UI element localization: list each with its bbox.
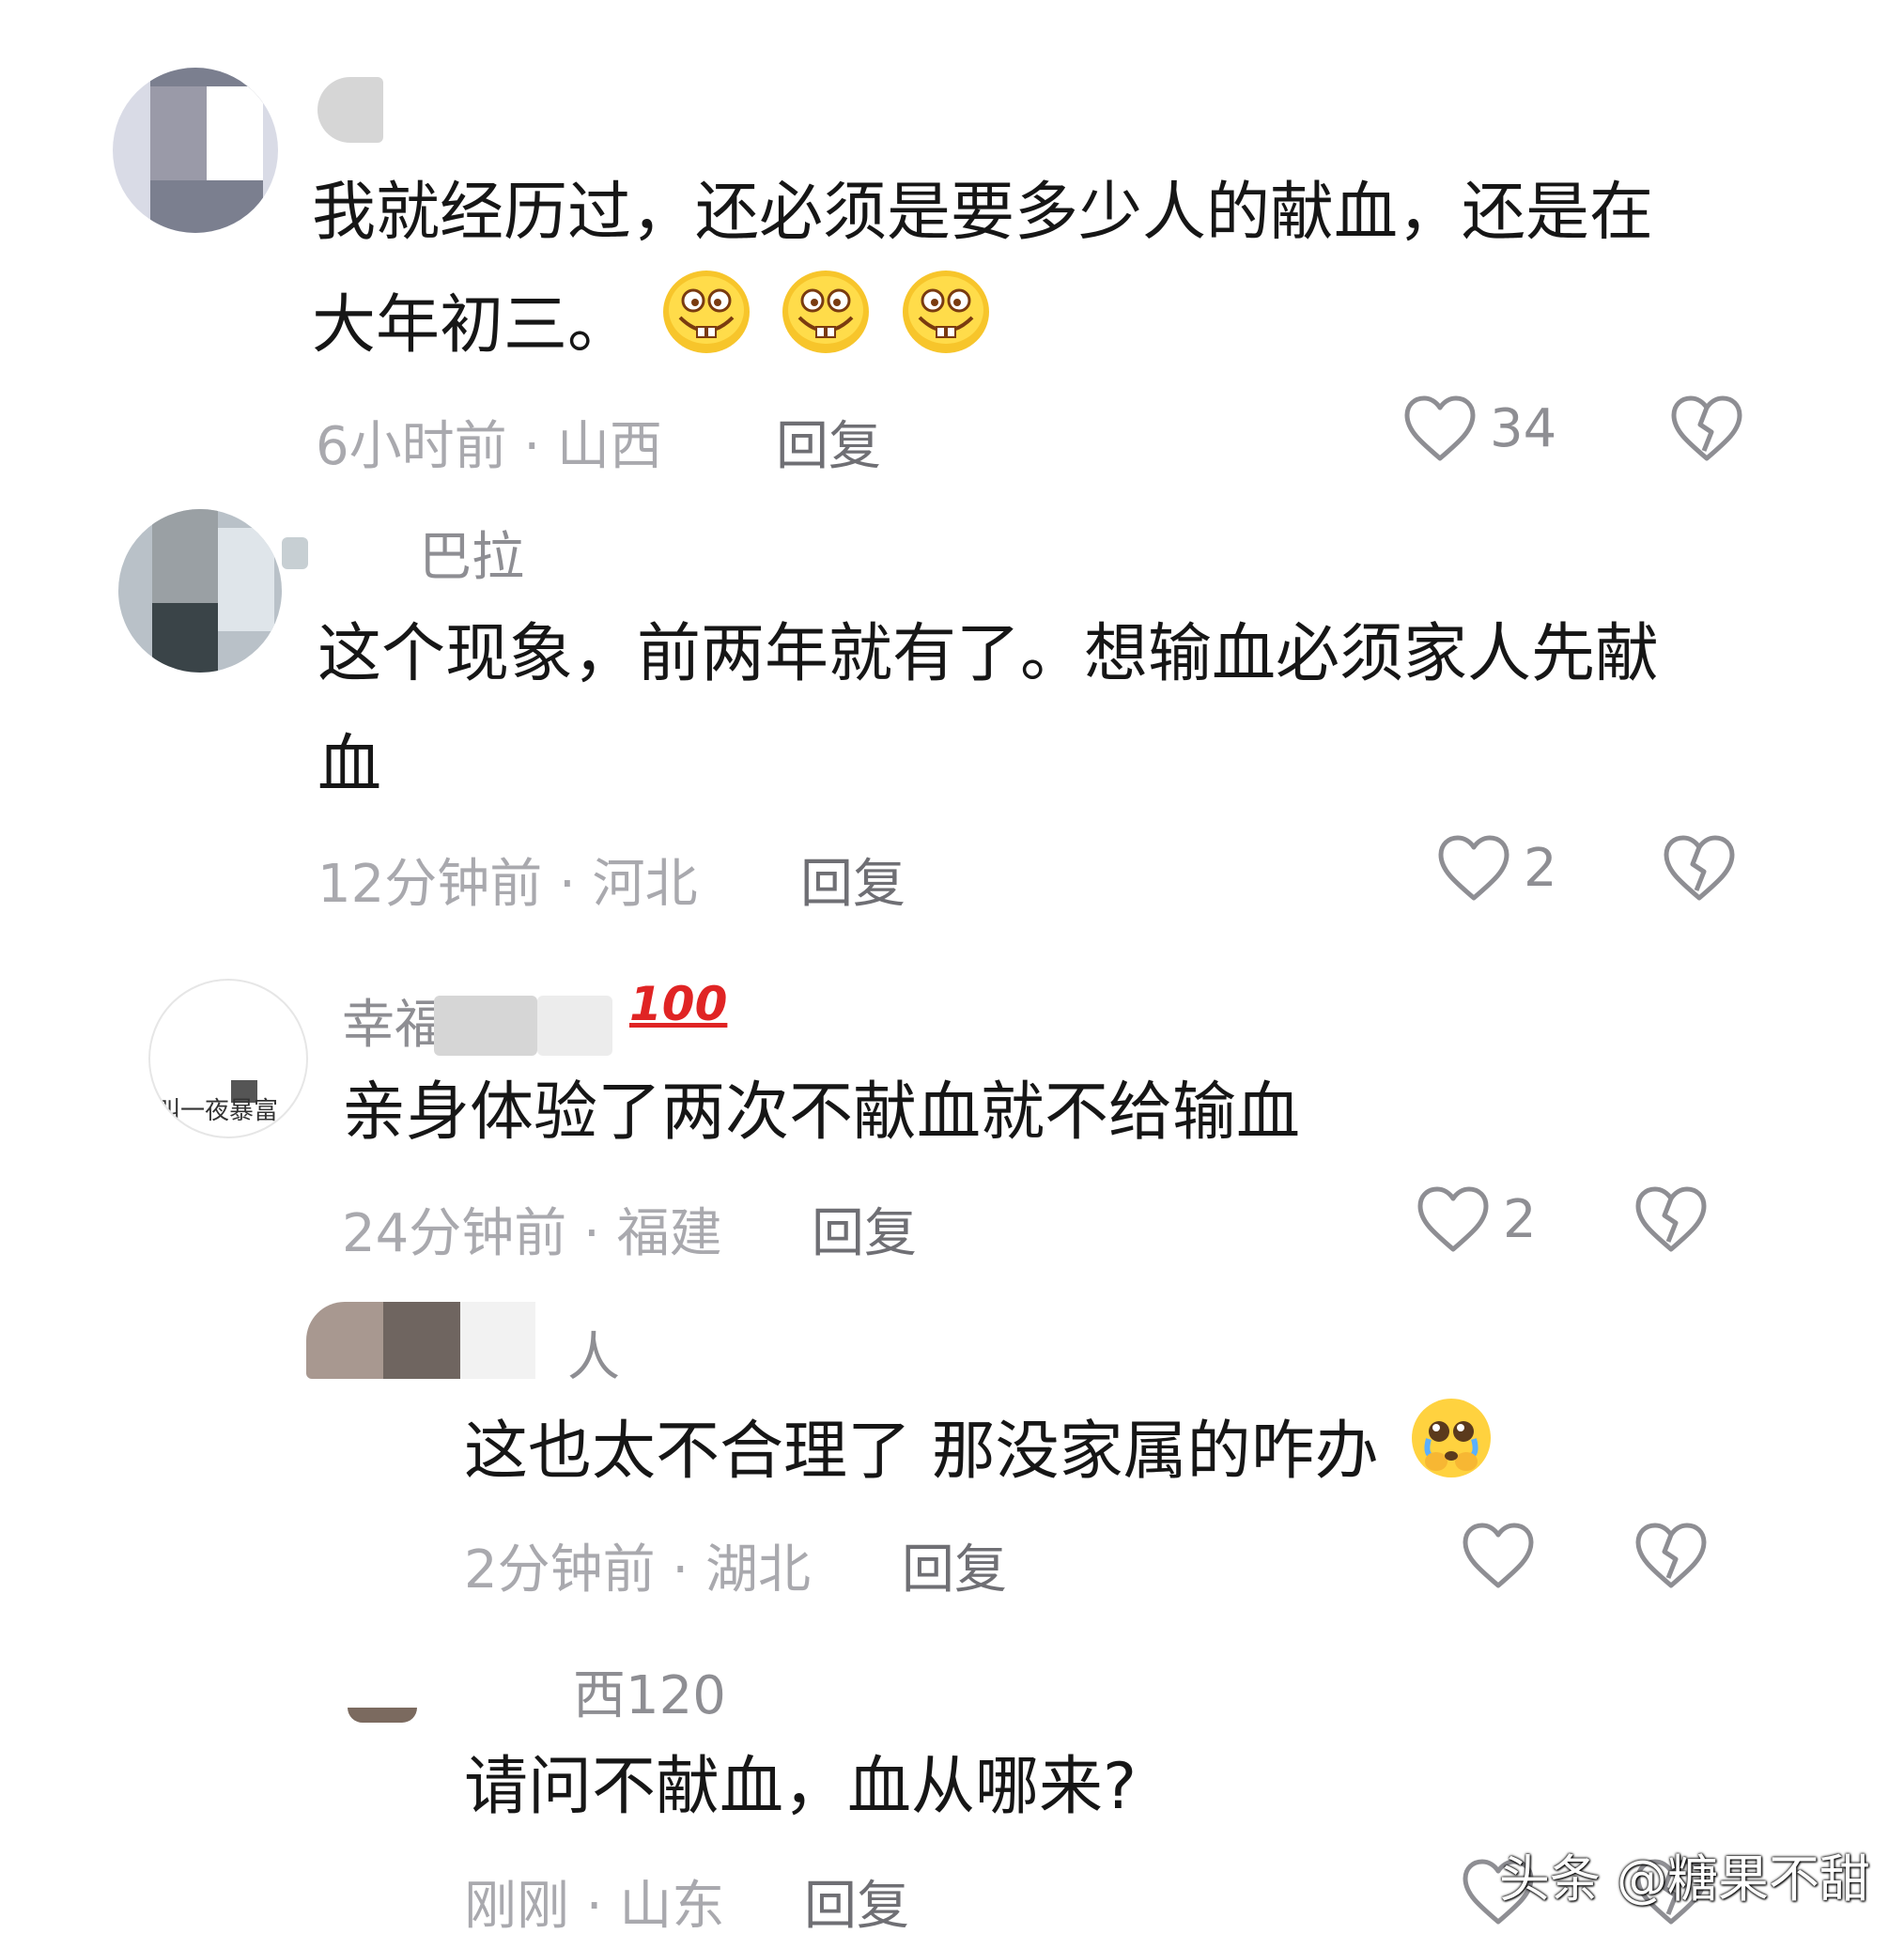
username-blur bbox=[537, 996, 612, 1056]
comment-meta: 6小时前 · 山西 bbox=[316, 416, 663, 477]
comment-text-line: 大年初三。 bbox=[312, 288, 632, 364]
broken-heart-icon bbox=[1635, 1186, 1707, 1252]
username-blur bbox=[434, 996, 537, 1056]
like-button[interactable]: 2 bbox=[1416, 1185, 1537, 1253]
pleading-tears-emoji-icon bbox=[1408, 1396, 1494, 1515]
grinning-emoji-icon bbox=[661, 269, 751, 390]
reply-button[interactable]: 回复 bbox=[902, 1527, 1007, 1603]
reply-button[interactable]: 回复 bbox=[800, 842, 906, 918]
comment-text: 亲身体验了两次不献血就不给输血 bbox=[342, 1058, 1300, 1168]
comment-meta: 24分钟前 · 福建 bbox=[342, 1203, 722, 1264]
avatar[interactable] bbox=[118, 509, 282, 673]
comment-text: 大年初三。 bbox=[312, 269, 991, 390]
broken-heart-icon bbox=[1635, 1523, 1707, 1588]
like-count: 2 bbox=[1503, 1188, 1537, 1250]
hundred-points-icon: 100 bbox=[629, 977, 728, 1031]
watermark: 头条 @糖果不甜 bbox=[1498, 1849, 1870, 1909]
comment-meta: 2分钟前 · 湖北 bbox=[464, 1539, 812, 1601]
like-button[interactable]: 2 bbox=[1437, 834, 1557, 902]
broken-heart-icon bbox=[1671, 395, 1742, 461]
comment-text: 请问不献血，血从哪来? bbox=[464, 1732, 1137, 1843]
comment-text: 血 bbox=[317, 710, 381, 821]
comment-meta: 12分钟前 · 河北 bbox=[317, 854, 698, 915]
dislike-button[interactable] bbox=[1663, 834, 1736, 905]
heart-outline-icon bbox=[1463, 1523, 1534, 1588]
username[interactable]: 巴拉 bbox=[419, 515, 524, 591]
avatar-blur bbox=[383, 1302, 460, 1379]
comment-text-line: 亲身体验了两次不献血就不给输血 bbox=[342, 1075, 1301, 1150]
like-count: 2 bbox=[1524, 837, 1557, 899]
avatar-blur bbox=[348, 1708, 417, 1723]
heart-outline-icon bbox=[1438, 835, 1509, 901]
like-button[interactable] bbox=[1462, 1522, 1548, 1589]
dislike-button[interactable] bbox=[1634, 1522, 1708, 1593]
grinning-emoji-icon bbox=[901, 269, 991, 390]
reply-button[interactable]: 回复 bbox=[776, 404, 881, 480]
grinning-emoji-icon bbox=[781, 269, 871, 390]
username[interactable]: 人 bbox=[567, 1315, 620, 1391]
reply-button[interactable]: 回复 bbox=[812, 1191, 917, 1267]
dislike-button[interactable] bbox=[1634, 1185, 1708, 1257]
username-blur bbox=[282, 537, 308, 569]
comment-text-line: 这个现象，前两年就有了。想输血必须家人先献 bbox=[317, 617, 1660, 691]
like-button[interactable]: 34 bbox=[1403, 394, 1556, 462]
avatar-blur bbox=[306, 1302, 383, 1379]
like-count: 34 bbox=[1490, 397, 1557, 459]
username-blur bbox=[460, 1302, 535, 1379]
comment-text-line: 请问不献血，血从哪来? bbox=[464, 1750, 1138, 1824]
comment-meta: 刚刚 · 山东 bbox=[464, 1876, 725, 1937]
comment-text-line: 这也太不合理了 那没家属的咋办 bbox=[464, 1415, 1379, 1490]
reply-button[interactable]: 回复 bbox=[804, 1864, 909, 1940]
broken-heart-icon bbox=[1664, 835, 1735, 901]
username-blur bbox=[317, 77, 383, 143]
dislike-button[interactable] bbox=[1670, 394, 1743, 466]
heart-outline-icon bbox=[1417, 1186, 1489, 1252]
heart-outline-icon bbox=[1404, 395, 1476, 461]
username[interactable]: 西120 bbox=[573, 1653, 726, 1729]
comment-text: 我就经历过，还必须是要多少人的献血，还是在 bbox=[312, 158, 1653, 269]
comment-text: 这也太不合理了 那没家属的咋办 bbox=[464, 1396, 1494, 1515]
comment-text-line: 我就经历过，还必须是要多少人的献血，还是在 bbox=[312, 176, 1654, 250]
comment-text: 这个现象，前两年就有了。想输血必须家人先献 bbox=[317, 599, 1659, 710]
avatar[interactable]: 叫一夜暴富 bbox=[148, 979, 308, 1138]
avatar-text: 叫一夜暴富 bbox=[156, 1097, 279, 1125]
username[interactable]: 幸福 bbox=[342, 982, 447, 1059]
avatar[interactable] bbox=[113, 68, 278, 233]
comment-text-line: 血 bbox=[317, 728, 382, 802]
